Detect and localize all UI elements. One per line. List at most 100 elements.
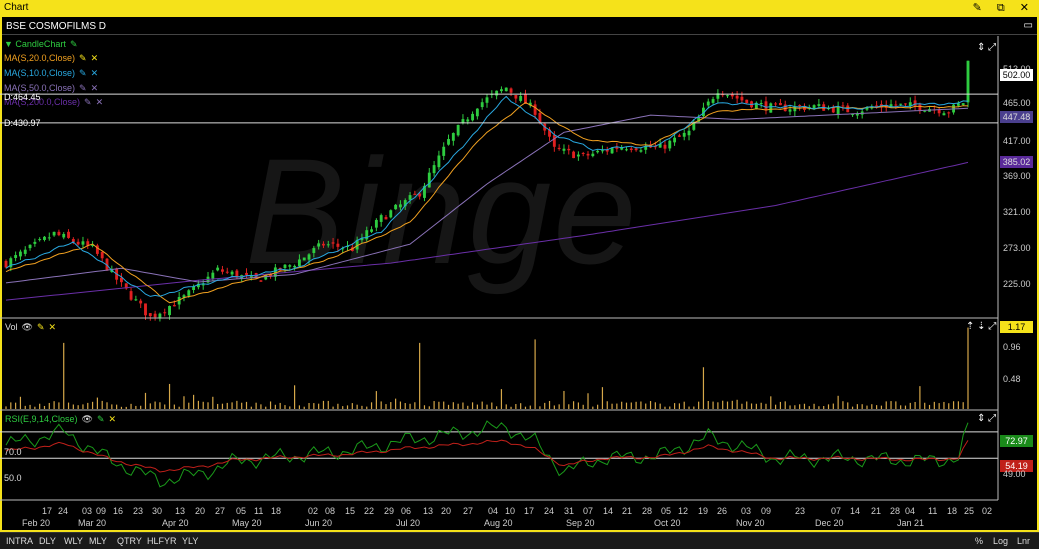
legend-item[interactable]: MA(S,20.0,Close) ✎ ✕	[4, 53, 98, 64]
x-tick-day: 30	[152, 506, 163, 516]
candle-body	[302, 257, 306, 261]
x-tick-day: 16	[113, 506, 124, 516]
y-tick: 225.00	[1003, 279, 1031, 289]
rsi-lines	[0, 420, 998, 488]
candle-body	[514, 95, 518, 99]
x-tick-day: 24	[58, 506, 69, 516]
timeframe-button[interactable]: DLY	[39, 536, 56, 546]
candle-body	[552, 135, 556, 147]
x-tick-day: 08	[325, 506, 336, 516]
candle-body	[730, 94, 734, 97]
scale-button[interactable]: Log	[993, 536, 1008, 546]
candle-body	[76, 241, 80, 245]
timeframe-button[interactable]: INTRA	[6, 536, 33, 546]
x-tick-month: May 20	[232, 518, 262, 528]
candle-body	[687, 130, 691, 136]
candle-body	[629, 148, 633, 151]
candle-body	[519, 96, 523, 101]
candle-body	[370, 229, 373, 232]
candle-body	[466, 119, 470, 122]
candle-body	[57, 231, 61, 236]
x-tick-day: 18	[271, 506, 282, 516]
x-tick-day: 17	[524, 506, 535, 516]
candle-body	[947, 112, 951, 114]
pencil-icon[interactable]: ✎	[97, 414, 105, 424]
x-tick-day: 26	[717, 506, 728, 516]
legend-item[interactable]: ▼ CandleChart ✎	[4, 39, 77, 50]
x-tick-day: 02	[308, 506, 319, 516]
rsi-line	[5, 420, 969, 488]
candle-body	[230, 271, 234, 275]
bottom-toolbar: INTRA DLY WLY MLY QTRY HLFYR YLY % Log Lnr	[0, 532, 1039, 549]
ma50-line	[5, 107, 969, 284]
candle-body	[788, 109, 792, 112]
ma-box-2: 385.02	[1000, 156, 1033, 168]
x-tick-month: Aug 20	[484, 518, 513, 528]
eye-icon[interactable]: 👁	[22, 322, 33, 332]
y-tick: 369.00	[1003, 171, 1031, 181]
candle-body	[509, 88, 513, 93]
timeframe-button[interactable]: YLY	[182, 536, 198, 546]
vol-last-box: 1.17	[1000, 321, 1033, 333]
x-tick-day: 14	[850, 506, 861, 516]
x-tick-day: 25	[964, 506, 975, 516]
candle-body	[711, 99, 715, 103]
rsi-label-text: RSI(E,9,14,Close)	[5, 414, 78, 424]
x-tick-day: 28	[890, 506, 901, 516]
candle-body	[67, 231, 70, 238]
candle-body	[456, 124, 460, 136]
candle-body	[918, 104, 922, 111]
scale-button[interactable]: %	[975, 536, 983, 546]
candle-body	[211, 272, 215, 279]
pencil-icon[interactable]: ✎	[70, 39, 78, 49]
close-icon[interactable]: ✕	[91, 83, 99, 93]
candle-body	[33, 241, 37, 244]
timeframe-button[interactable]: WLY	[64, 536, 83, 546]
candle-body	[336, 243, 340, 247]
eye-icon[interactable]: 👁	[82, 414, 93, 424]
close-icon[interactable]: ✕	[91, 53, 99, 63]
pencil-icon[interactable]: ✎	[79, 83, 87, 93]
y-tick: 273.00	[1003, 243, 1031, 253]
timeframe-button[interactable]: QTRY	[117, 536, 142, 546]
pencil-icon[interactable]: ✎	[84, 97, 92, 107]
close-icon[interactable]: ✕	[49, 322, 57, 332]
scale-button[interactable]: Lnr	[1017, 536, 1030, 546]
close-icon[interactable]: ✕	[91, 68, 99, 78]
x-tick-day: 21	[622, 506, 633, 516]
candle-body	[384, 217, 388, 220]
pane-resize-icon[interactable]: ⇕ ⤢	[977, 413, 996, 424]
timeframe-button[interactable]: HLFYR	[147, 536, 177, 546]
candle-body	[18, 251, 22, 257]
x-tick-day: 12	[678, 506, 689, 516]
pencil-icon[interactable]: ✎	[37, 322, 45, 332]
pencil-icon[interactable]: ✎	[79, 68, 87, 78]
candle-body	[408, 195, 412, 200]
timeframe-button[interactable]: MLY	[89, 536, 107, 546]
candle-body	[297, 259, 301, 267]
volume-bars	[5, 327, 969, 409]
x-tick-day: 21	[871, 506, 882, 516]
x-tick-day: 20	[195, 506, 206, 516]
pencil-icon[interactable]: ✎	[79, 53, 87, 63]
legend-item[interactable]: MA(S,10.0,Close) ✎ ✕	[4, 68, 98, 79]
hline-label-upper: D:464.45	[4, 92, 41, 102]
pane-resize-icon[interactable]: ⇡ ⇣ ⤢	[966, 321, 996, 332]
candle-body	[567, 148, 571, 151]
close-icon[interactable]: ✕	[96, 97, 104, 107]
x-tick-day: 22	[364, 506, 375, 516]
rsi-level-70: 70.0	[4, 447, 22, 457]
x-tick-day: 11	[928, 506, 938, 516]
x-tick-day: 10	[505, 506, 516, 516]
pane-resize-icon[interactable]: ⇕ ⤢	[977, 42, 996, 53]
legend-text: MA(S,10.0,Close)	[4, 68, 76, 78]
candle-body	[331, 242, 335, 244]
candle-body	[134, 299, 138, 301]
x-tick-month: Mar 20	[78, 518, 107, 528]
candle-body	[740, 96, 744, 101]
candle-body	[394, 204, 398, 210]
candle-body	[225, 271, 229, 273]
x-tick-day: 29	[384, 506, 395, 516]
x-tick-month: Apr 20	[162, 518, 189, 528]
close-icon[interactable]: ✕	[109, 414, 117, 424]
